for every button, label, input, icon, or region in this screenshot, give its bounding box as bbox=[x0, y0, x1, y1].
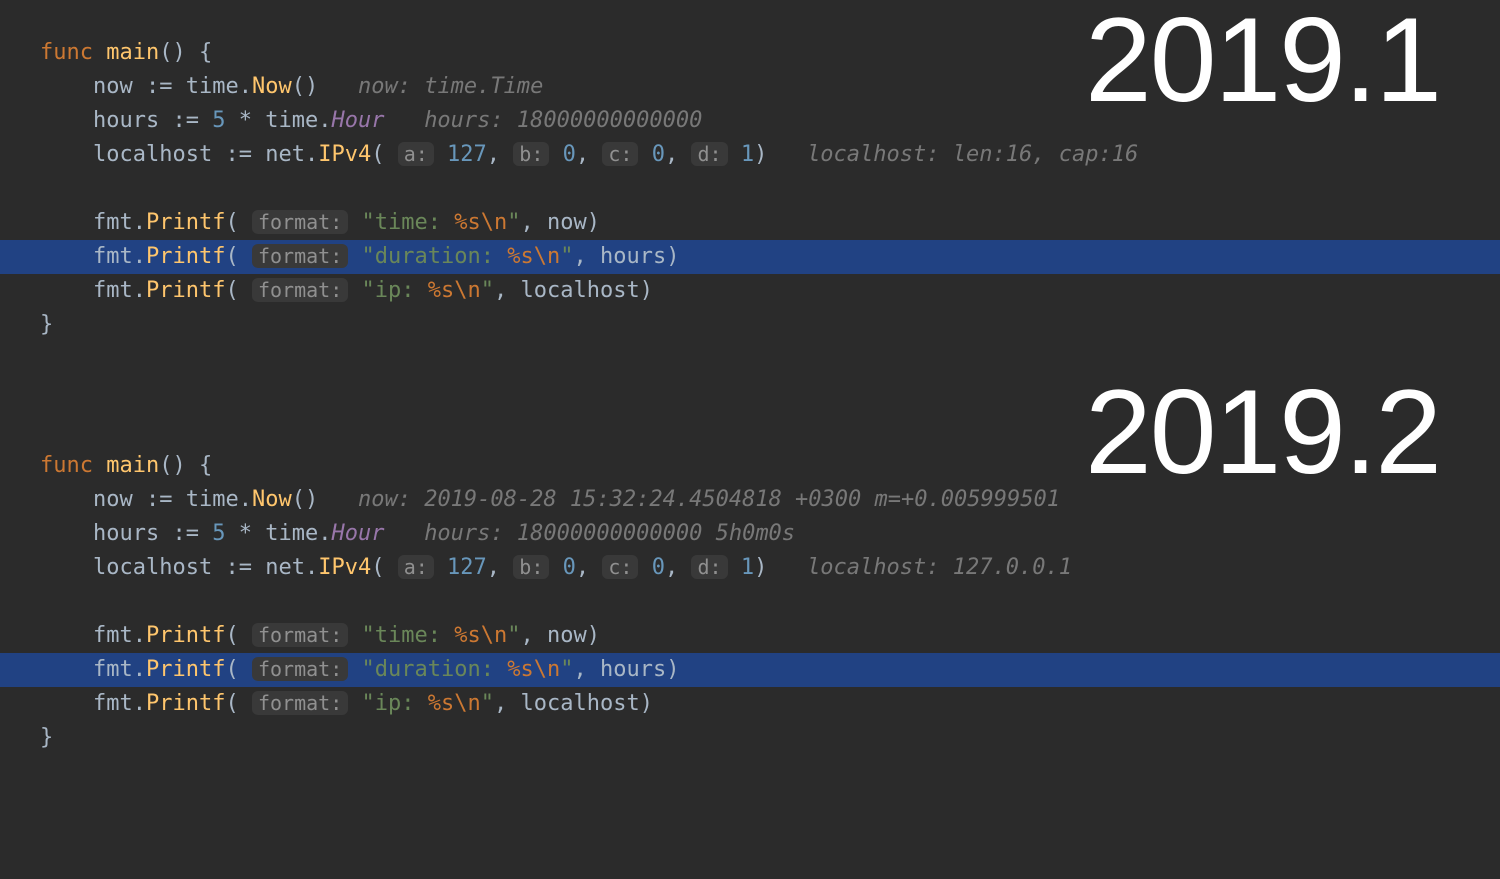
inline-hint: localhost: 127.0.0.1 bbox=[807, 555, 1072, 580]
code-line[interactable]: now := time.Now() now: 2019-08-28 15:32:… bbox=[0, 483, 1500, 517]
param-hint: c: bbox=[602, 142, 638, 166]
param-hint: d: bbox=[691, 555, 727, 579]
code-block-2019-1: func main() { now := time.Now() now: tim… bbox=[0, 36, 1500, 342]
param-hint: format: bbox=[252, 691, 348, 715]
inline-hint: localhost: len:16, cap:16 bbox=[807, 142, 1138, 167]
code-line[interactable] bbox=[0, 172, 1500, 206]
inline-hint: hours: 18000000000000 5h0m0s bbox=[424, 521, 795, 546]
code-line[interactable]: } bbox=[0, 308, 1500, 342]
code-line[interactable]: func main() { bbox=[0, 449, 1500, 483]
code-line[interactable] bbox=[0, 585, 1500, 619]
param-hint: b: bbox=[513, 142, 549, 166]
code-line[interactable]: fmt.Printf( format: "time: %s\n", now) bbox=[0, 206, 1500, 240]
code-line-highlighted[interactable]: fmt.Printf( format: "duration: %s\n", ho… bbox=[0, 240, 1500, 274]
code-line[interactable]: func main() { bbox=[0, 36, 1500, 70]
inline-hint: hours: 18000000000000 bbox=[424, 108, 702, 133]
param-hint: format: bbox=[252, 657, 348, 681]
param-hint: format: bbox=[252, 244, 348, 268]
code-line[interactable]: hours := 5 * time.Hour hours: 1800000000… bbox=[0, 517, 1500, 551]
code-line[interactable]: } bbox=[0, 721, 1500, 755]
code-block-2019-2: func main() { now := time.Now() now: 201… bbox=[0, 449, 1500, 755]
code-line[interactable]: localhost := net.IPv4( a: 127, b: 0, c: … bbox=[0, 138, 1500, 172]
code-line[interactable]: fmt.Printf( format: "ip: %s\n", localhos… bbox=[0, 274, 1500, 308]
param-hint: format: bbox=[252, 623, 348, 647]
param-hint: c: bbox=[602, 555, 638, 579]
inline-hint: now: time.Time bbox=[358, 74, 543, 99]
param-hint: format: bbox=[252, 278, 348, 302]
code-line[interactable]: now := time.Now() now: time.Time bbox=[0, 70, 1500, 104]
param-hint: format: bbox=[252, 210, 348, 234]
code-line-highlighted[interactable]: fmt.Printf( format: "duration: %s\n", ho… bbox=[0, 653, 1500, 687]
code-line[interactable]: fmt.Printf( format: "time: %s\n", now) bbox=[0, 619, 1500, 653]
code-line[interactable]: localhost := net.IPv4( a: 127, b: 0, c: … bbox=[0, 551, 1500, 585]
param-hint: b: bbox=[513, 555, 549, 579]
code-line[interactable]: fmt.Printf( format: "ip: %s\n", localhos… bbox=[0, 687, 1500, 721]
code-line[interactable]: hours := 5 * time.Hour hours: 1800000000… bbox=[0, 104, 1500, 138]
param-hint: a: bbox=[398, 555, 434, 579]
inline-hint: now: 2019-08-28 15:32:24.4504818 +0300 m… bbox=[358, 487, 1060, 512]
param-hint: a: bbox=[398, 142, 434, 166]
param-hint: d: bbox=[691, 142, 727, 166]
